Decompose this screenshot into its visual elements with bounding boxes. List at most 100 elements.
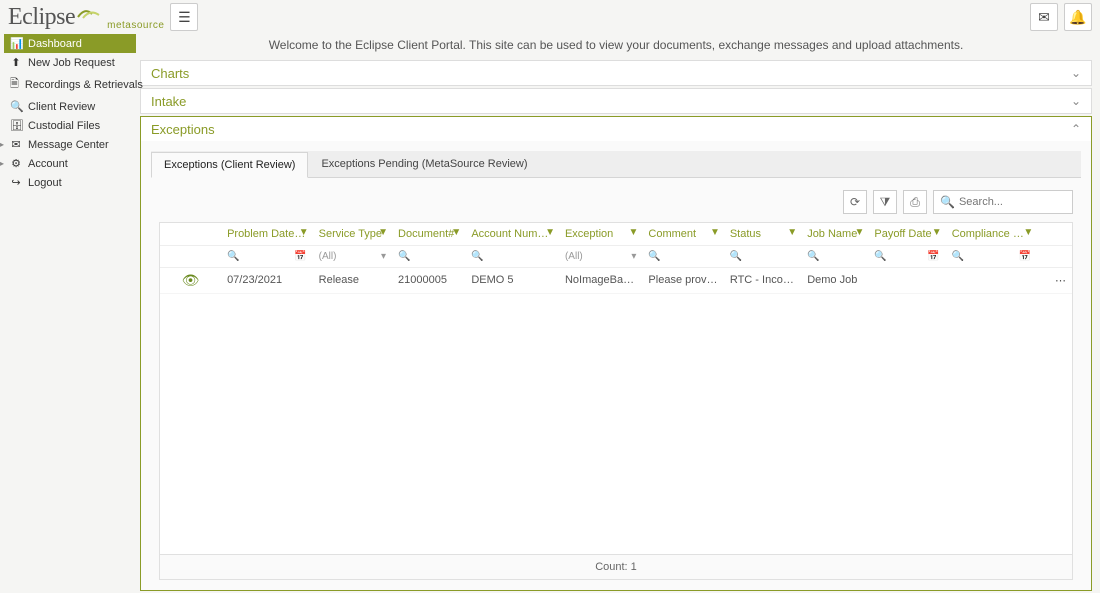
file-icon: 🗎 <box>10 75 19 94</box>
funnel-icon[interactable]: ▼ <box>451 227 461 238</box>
search-icon: 🔍 <box>952 251 964 262</box>
sidebar-item-label: Account <box>28 158 68 170</box>
chevron-down-icon: ⌄ <box>1071 66 1081 80</box>
panel-charts: Charts ⌄ <box>140 60 1092 86</box>
sidebar-item-label: Custodial Files <box>28 120 100 132</box>
funnel-icon[interactable]: ▼ <box>854 227 864 238</box>
funnel-icon[interactable]: ▼ <box>299 227 309 238</box>
cell-document-no: 21000005 <box>392 267 465 293</box>
sidebar: 📊 Dashboard ⬆ New Job Request 🗎 Recordin… <box>0 34 140 192</box>
messages-button[interactable]: ✉ <box>1030 3 1058 31</box>
col-account-no[interactable]: Account Number ▼ <box>465 223 559 245</box>
search-icon: 🔍 <box>398 251 410 262</box>
col-comment[interactable]: Comment ▼ <box>642 223 723 245</box>
chevron-down-icon: ⌄ <box>1071 94 1081 108</box>
filter-comment[interactable]: 🔍 <box>642 245 723 267</box>
hamburger-menu-button[interactable]: ☰ <box>170 3 198 31</box>
search-icon: 🔍 <box>471 251 483 262</box>
cell-problem-date: 07/23/2021 <box>221 267 313 293</box>
gear-icon: ⚙ <box>10 157 22 170</box>
notifications-button[interactable]: 🔔 <box>1064 3 1092 31</box>
filter-exception[interactable]: (All)▾ <box>559 245 642 267</box>
filter-service-type[interactable]: (All)▾ <box>313 245 392 267</box>
menu-icon: ☰ <box>178 9 191 26</box>
welcome-message: Welcome to the Eclipse Client Portal. Th… <box>140 34 1092 60</box>
funnel-icon[interactable]: ▼ <box>629 227 639 238</box>
sidebar-item-custodial[interactable]: 🗄 Custodial Files <box>4 116 136 135</box>
filter-account-no[interactable]: 🔍 <box>465 245 559 267</box>
upload-icon: ⬆ <box>10 56 22 69</box>
col-problem-date[interactable]: Problem Date ↑1 ▼ <box>221 223 313 245</box>
panel-charts-header[interactable]: Charts ⌄ <box>141 61 1091 85</box>
col-exception[interactable]: Exception ▼ <box>559 223 642 245</box>
funnel-icon[interactable]: ▼ <box>932 227 942 238</box>
filter-payoff-date[interactable]: 🔍📅 <box>868 245 945 267</box>
sidebar-item-account[interactable]: ⚙ Account <box>4 154 136 173</box>
sidebar-item-dashboard[interactable]: 📊 Dashboard <box>4 34 136 53</box>
table-row[interactable]: 👁 07/23/2021 Release 21000005 DEMO 5 NoI… <box>160 267 1072 293</box>
funnel-icon[interactable]: ▼ <box>787 227 797 238</box>
funnel-icon[interactable]: ▼ <box>545 227 555 238</box>
briefcase-icon: 🗄 <box>10 119 22 132</box>
search-icon: 🔍 <box>227 251 239 262</box>
view-row-icon[interactable]: 👁 <box>182 272 200 288</box>
funnel-icon[interactable]: ▼ <box>378 227 388 238</box>
cell-service-type: Release <box>313 267 392 293</box>
filter-compliance-date[interactable]: 🔍📅 <box>946 245 1038 267</box>
filter-status[interactable]: 🔍 <box>724 245 801 267</box>
sidebar-item-label: Recordings & Retrievals <box>25 79 143 91</box>
search-icon: 🔍 <box>940 195 955 209</box>
calendar-icon: 📅 <box>1019 251 1031 262</box>
filter-document-no[interactable]: 🔍 <box>392 245 465 267</box>
calendar-icon: 📅 <box>294 251 306 262</box>
search-input[interactable] <box>959 196 1066 208</box>
col-status[interactable]: Status ▼ <box>724 223 801 245</box>
cell-comment: Please provide the ... <box>642 267 723 293</box>
export-button[interactable]: ⎙ <box>903 190 927 214</box>
sidebar-item-recordings[interactable]: 🗎 Recordings & Retrievals <box>4 72 136 97</box>
exceptions-grid: Problem Date ↑1 ▼ Service Type ▼ Documen… <box>159 222 1073 580</box>
filter-problem-date[interactable]: 🔍📅 <box>221 245 313 267</box>
mail-icon: ✉ <box>10 138 22 151</box>
funnel-icon[interactable]: ▼ <box>710 227 720 238</box>
col-payoff-date[interactable]: Payoff Date ▼ <box>868 223 945 245</box>
cell-job-name: Demo Job <box>801 267 868 293</box>
col-compliance-date[interactable]: Compliance Date ▼ <box>946 223 1038 245</box>
grid-search[interactable]: 🔍 <box>933 190 1073 214</box>
chevron-up-icon: ⌃ <box>1071 122 1081 136</box>
cell-exception: NoImageBadImage <box>559 267 642 293</box>
tab-exceptions-client-review[interactable]: Exceptions (Client Review) <box>151 152 308 178</box>
tab-label: Exceptions (Client Review) <box>164 159 295 171</box>
bell-icon: 🔔 <box>1069 9 1086 26</box>
sidebar-item-label: Message Center <box>28 139 109 151</box>
col-job-name[interactable]: Job Name ▼ <box>801 223 868 245</box>
search-icon: 🔍 <box>807 251 819 262</box>
sidebar-item-label: Dashboard <box>28 38 82 50</box>
sidebar-item-message-center[interactable]: ✉ Message Center <box>4 135 136 154</box>
sidebar-item-logout[interactable]: ↪ Logout <box>4 173 136 192</box>
col-actions <box>160 223 221 245</box>
refresh-icon: ⟳ <box>850 195 860 209</box>
col-service-type[interactable]: Service Type ▼ <box>313 223 392 245</box>
refresh-button[interactable]: ⟳ <box>843 190 867 214</box>
filter-job-name[interactable]: 🔍 <box>801 245 868 267</box>
clear-filters-button[interactable]: ⧩ <box>873 190 897 214</box>
mail-icon: ✉ <box>1038 9 1050 26</box>
sidebar-item-label: Client Review <box>28 101 95 113</box>
tab-label: Exceptions Pending (MetaSource Review) <box>321 158 527 170</box>
tab-exceptions-pending[interactable]: Exceptions Pending (MetaSource Review) <box>308 151 540 177</box>
search-icon: 🔍 <box>10 100 22 113</box>
panel-exceptions-header[interactable]: Exceptions ⌃ <box>141 117 1091 141</box>
row-actions-icon[interactable]: ⋯ <box>1055 275 1066 287</box>
logout-icon: ↪ <box>10 176 22 189</box>
dropdown-icon: ▾ <box>381 251 386 262</box>
panel-intake-header[interactable]: Intake ⌄ <box>141 89 1091 113</box>
funnel-icon[interactable]: ▼ <box>1023 227 1033 238</box>
cell-compliance-date <box>946 267 1038 293</box>
logo-swoosh-icon <box>77 6 105 23</box>
grid-empty-space <box>160 294 1072 554</box>
sidebar-item-client-review[interactable]: 🔍 Client Review <box>4 97 136 116</box>
sidebar-item-new-job[interactable]: ⬆ New Job Request <box>4 53 136 72</box>
col-document-no[interactable]: Document# ▼ <box>392 223 465 245</box>
sidebar-item-label: New Job Request <box>28 57 115 69</box>
